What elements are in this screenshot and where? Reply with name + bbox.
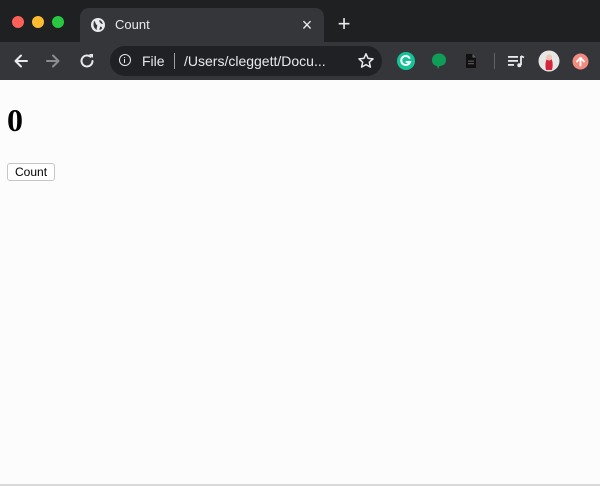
document-icon[interactable] — [461, 51, 481, 71]
reload-icon[interactable] — [77, 51, 97, 71]
address-bar[interactable]: File /Users/cleggett/Docu... — [110, 46, 382, 76]
toolbar-divider — [494, 53, 495, 69]
count-value: 0 — [7, 102, 23, 138]
count-button[interactable]: Count — [7, 163, 56, 181]
tab-strip: Count × + — [0, 0, 600, 42]
url-separator — [174, 53, 175, 69]
window-minimize-button[interactable] — [32, 16, 44, 28]
tab-title: Count — [115, 17, 150, 32]
url-scheme-label: File — [142, 53, 165, 69]
url-text[interactable]: /Users/cleggett/Docu... — [184, 53, 326, 69]
window-maximize-button[interactable] — [52, 16, 64, 28]
back-arrow-icon[interactable] — [11, 51, 31, 71]
browser-toolbar: File /Users/cleggett/Docu... — [0, 42, 600, 80]
green-chat-icon[interactable] — [429, 51, 449, 71]
star-icon[interactable] — [356, 51, 376, 71]
grammarly-icon[interactable] — [396, 51, 416, 71]
page-content: 0 Count — [0, 80, 600, 486]
profile-avatar-icon[interactable] — [538, 50, 560, 72]
update-arrow-icon[interactable] — [572, 53, 589, 70]
window-close-button[interactable] — [12, 16, 24, 28]
info-icon[interactable] — [119, 54, 131, 66]
globe-icon — [91, 18, 105, 32]
forward-arrow-icon[interactable] — [43, 51, 63, 71]
plus-icon[interactable]: + — [333, 13, 355, 35]
browser-tab[interactable]: Count × — [80, 8, 324, 42]
media-queue-icon[interactable] — [506, 51, 526, 71]
close-icon[interactable]: × — [298, 16, 316, 34]
